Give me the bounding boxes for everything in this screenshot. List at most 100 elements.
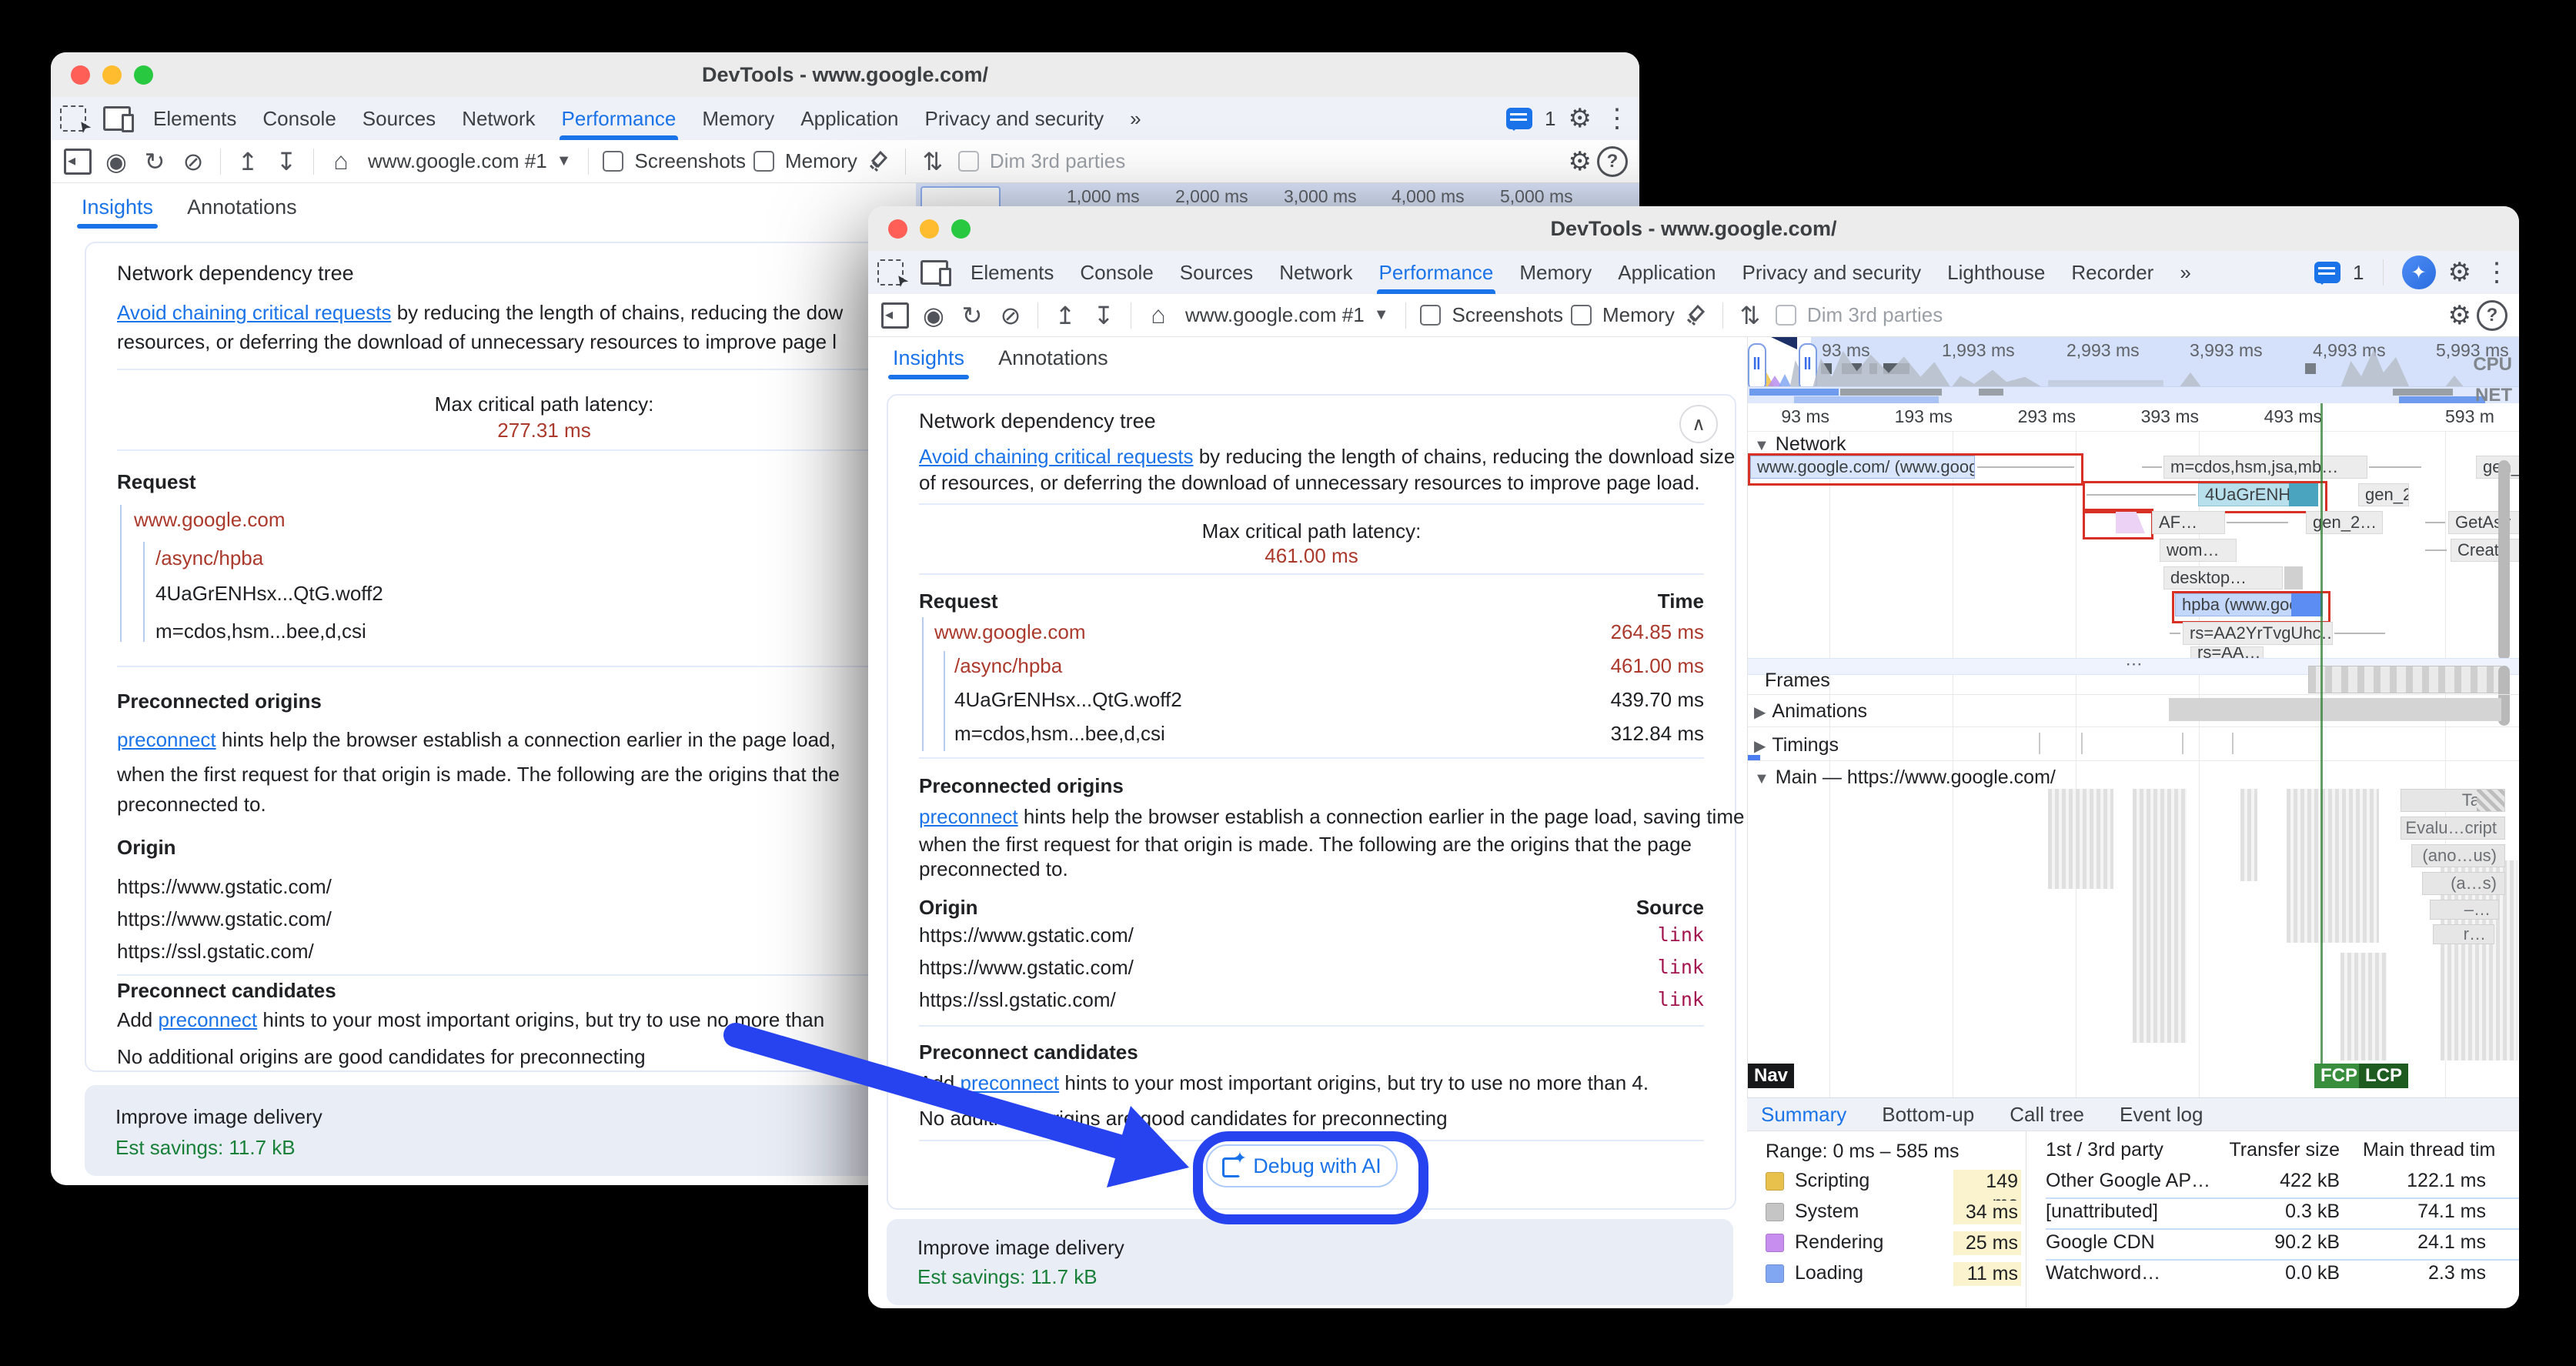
isolate-icon[interactable]: ⇅ <box>915 144 951 179</box>
close-window-button[interactable] <box>71 65 90 85</box>
origin-row[interactable]: https://www.gstatic.com/ <box>117 907 332 931</box>
origin-row[interactable]: https://ssl.gstatic.com/ <box>919 988 1116 1012</box>
clear-icon[interactable]: ⊘ <box>175 144 211 179</box>
tab-elements[interactable]: Elements <box>957 251 1067 294</box>
titlebar[interactable]: DevTools - www.google.com/ <box>868 206 2519 252</box>
network-request-chip[interactable]: wom… <box>2160 539 2237 562</box>
tab-console[interactable]: Console <box>249 97 349 140</box>
home-icon[interactable]: ⌂ <box>323 144 359 179</box>
network-request-chip[interactable]: gen_2… <box>2358 483 2409 506</box>
toggle-sidebar-icon[interactable] <box>881 302 909 329</box>
close-window-button[interactable] <box>888 219 907 239</box>
col-party[interactable]: 1st / 3rd party <box>2046 1139 2163 1161</box>
download-profile-icon[interactable]: ↧ <box>1086 298 1121 333</box>
network-request-chip[interactable]: gen_2… <box>2476 456 2519 479</box>
minimap-left-handle[interactable]: ‖ <box>1748 343 1766 391</box>
tab-bottom-up[interactable]: Bottom-up <box>1882 1103 1974 1127</box>
request-row[interactable]: www.google.com <box>134 508 286 532</box>
device-toolbar-icon[interactable] <box>103 106 131 131</box>
tab-annotations[interactable]: Annotations <box>998 346 1108 379</box>
animations-track-header[interactable]: ▶Animations <box>1754 700 1867 723</box>
upload-profile-icon[interactable]: ↥ <box>230 144 266 179</box>
origin-source-link[interactable]: link <box>1658 956 1704 978</box>
timeline-minimap[interactable]: ‖ ‖ 93 ms 1,993 ms 2,993 ms 3,993 ms 4,9… <box>1748 337 2519 403</box>
history-dropdown-arrow[interactable]: ▼ <box>1374 306 1389 324</box>
tab-lighthouse[interactable]: Lighthouse <box>1934 251 2058 294</box>
tab-sources[interactable]: Sources <box>1167 251 1266 294</box>
preconnect-link[interactable]: preconnect <box>919 805 1018 828</box>
tab-memory[interactable]: Memory <box>689 97 787 140</box>
request-row[interactable]: m=cdos,hsm...bee,d,csi <box>954 722 1165 746</box>
flame-call[interactable]: r… <box>2433 924 2494 944</box>
record-icon[interactable]: ◉ <box>99 144 134 179</box>
history-select[interactable]: www.google.com #1 <box>368 149 547 173</box>
network-request-chip[interactable]: desktop… <box>2163 566 2283 589</box>
ai-assistance-icon[interactable]: ✦ <box>2402 255 2436 289</box>
preconnect-link[interactable]: preconnect <box>961 1071 1060 1094</box>
request-row[interactable]: /async/hpba <box>155 546 263 570</box>
origin-row[interactable]: https://www.gstatic.com/ <box>919 923 1134 947</box>
settings-gear-icon[interactable]: ⚙ <box>2448 257 2471 288</box>
reload-and-record-icon[interactable]: ↻ <box>954 298 990 333</box>
network-request-chip[interactable]: rs=AA2YrTvgUhc… <box>2183 622 2333 645</box>
settings-gear-icon[interactable]: ⚙ <box>1569 103 1592 134</box>
tab-sources[interactable]: Sources <box>349 97 449 140</box>
timings-track-header[interactable]: ▶Timings <box>1754 734 1839 756</box>
table-row[interactable]: Google CDN <box>2046 1231 2155 1254</box>
main-track-header[interactable]: ▼Main — https://www.google.com/ <box>1754 766 2056 789</box>
issues-icon[interactable] <box>2314 262 2340 283</box>
table-row[interactable]: [unattributed] <box>2046 1201 2158 1223</box>
kebab-menu-icon[interactable]: ⋮ <box>1604 103 1630 134</box>
kebab-menu-icon[interactable]: ⋮ <box>2484 257 2510 288</box>
traffic-lights[interactable] <box>888 219 971 239</box>
help-icon[interactable]: ? <box>1595 144 1630 179</box>
network-request-chip[interactable]: gen_2… <box>2306 511 2383 534</box>
dim-3rd-parties-checkbox[interactable] <box>1776 305 1796 326</box>
network-track-header[interactable]: ▼Network <box>1754 433 1846 456</box>
tab-memory[interactable]: Memory <box>1506 251 1605 294</box>
tab-performance[interactable]: Performance <box>549 97 690 140</box>
network-request-chip[interactable]: AF… <box>2152 511 2225 534</box>
device-toolbar-icon[interactable] <box>920 260 948 285</box>
minimize-window-button[interactable] <box>102 65 122 85</box>
more-tabs-button[interactable]: » <box>2167 251 2203 294</box>
tab-event-log[interactable]: Event log <box>2120 1103 2203 1127</box>
reload-and-record-icon[interactable]: ↻ <box>137 144 172 179</box>
minimize-window-button[interactable] <box>920 219 939 239</box>
tab-call-tree[interactable]: Call tree <box>2010 1103 2084 1127</box>
avoid-chaining-link[interactable]: Avoid chaining critical requests <box>919 445 1193 468</box>
preconnect-link[interactable]: preconnect <box>159 1008 258 1031</box>
screenshots-checkbox[interactable] <box>1420 305 1441 326</box>
frames-filmstrip[interactable] <box>2308 666 2501 693</box>
history-dropdown-arrow[interactable]: ▼ <box>556 152 572 170</box>
gc-brush-icon[interactable] <box>1678 298 1713 333</box>
request-row[interactable]: www.google.com <box>934 620 1086 644</box>
memory-checkbox[interactable] <box>1571 305 1592 326</box>
origin-row[interactable]: https://www.gstatic.com/ <box>117 875 332 899</box>
flame-evaluate-script[interactable]: Evalu…cript <box>2401 817 2505 840</box>
more-tabs-button[interactable]: » <box>1117 97 1154 140</box>
gc-brush-icon[interactable] <box>860 144 896 179</box>
flame-anonymous[interactable]: (ano…us) <box>2411 844 2505 867</box>
tab-application[interactable]: Application <box>1605 251 1729 294</box>
network-request-chip[interactable]: m=cdos,hsm,jsa,mb… <box>2163 456 2367 479</box>
network-request-chip[interactable]: www.google.com/ (www.google.co… <box>1750 456 1975 479</box>
tab-console[interactable]: Console <box>1067 251 1166 294</box>
flame-call[interactable]: –… <box>2430 900 2499 920</box>
flame-task[interactable]: Task <box>2401 789 2505 812</box>
history-select[interactable]: www.google.com #1 <box>1185 303 1365 327</box>
dim-3rd-parties-checkbox[interactable] <box>958 151 979 172</box>
improve-image-delivery-card[interactable]: Improve image delivery Est savings: 11.7… <box>887 1219 1733 1305</box>
capture-settings-gear-icon[interactable]: ⚙ <box>2448 300 2471 331</box>
table-row[interactable]: Watchword… <box>2046 1262 2160 1284</box>
request-row[interactable]: 4UaGrENHsx...QtG.woff2 <box>954 688 1182 712</box>
issues-count[interactable]: 1 <box>1545 107 1555 131</box>
capture-settings-gear-icon[interactable]: ⚙ <box>1569 146 1592 177</box>
toggle-sidebar-icon[interactable] <box>64 149 92 175</box>
inspect-element-icon[interactable] <box>877 259 904 286</box>
frames-track-header[interactable]: Frames <box>1765 670 1830 692</box>
origin-source-link[interactable]: link <box>1658 923 1704 946</box>
tab-performance[interactable]: Performance <box>1366 251 1507 294</box>
network-scrollbar[interactable] <box>2498 460 2510 660</box>
tab-insights[interactable]: Insights <box>82 195 153 229</box>
